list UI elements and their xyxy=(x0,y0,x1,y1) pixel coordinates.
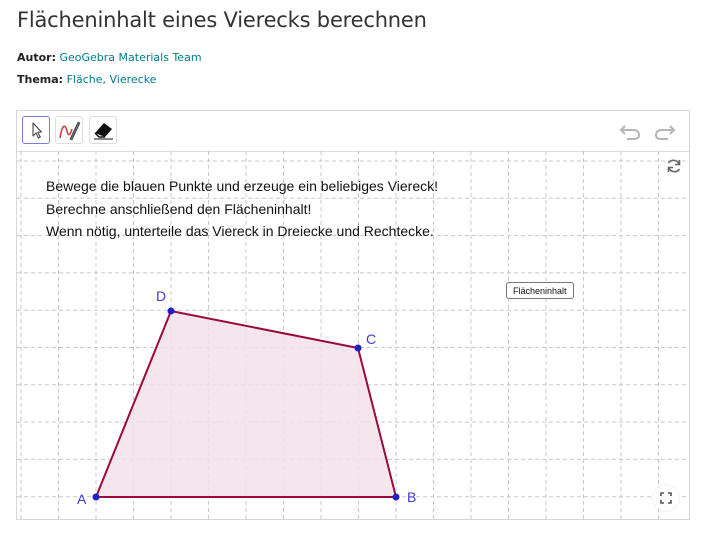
label-C: C xyxy=(366,331,377,347)
author-label: Autor: xyxy=(17,51,56,64)
fullscreen-icon xyxy=(660,492,672,504)
instruction-line-3: Wenn nötig, unterteile das Viereck in Dr… xyxy=(46,223,434,239)
point-D[interactable] xyxy=(167,307,175,315)
fullscreen-button[interactable] xyxy=(653,485,679,511)
cursor-arrow-icon xyxy=(32,122,43,139)
topic-line: Thema: Fläche, Vierecke xyxy=(17,73,156,86)
point-B[interactable] xyxy=(392,493,400,501)
move-tool-button[interactable] xyxy=(22,116,50,144)
pen-tool-button[interactable] xyxy=(55,116,83,144)
redo-icon[interactable] xyxy=(653,121,677,141)
author-link[interactable]: GeoGebra Materials Team xyxy=(59,51,201,64)
reset-icon[interactable] xyxy=(665,157,683,175)
graphics-view[interactable]: Bewege die blauen Punkte und erzeuge ein… xyxy=(17,151,689,519)
eraser-icon xyxy=(94,123,113,140)
topic-link[interactable]: Fläche, Vierecke xyxy=(67,73,157,86)
label-D: D xyxy=(156,288,167,304)
label-B: B xyxy=(407,489,417,505)
geogebra-applet: Bewege die blauen Punkte und erzeuge ein… xyxy=(16,110,690,520)
instruction-line-2: Berechne anschließend den Flächeninhalt! xyxy=(46,201,312,217)
toolbar xyxy=(17,111,689,152)
label-A: A xyxy=(77,491,87,507)
undo-icon[interactable] xyxy=(618,121,642,141)
quadrilateral-ABCD[interactable] xyxy=(94,309,398,498)
point-C[interactable] xyxy=(354,344,362,352)
point-A[interactable] xyxy=(92,493,100,501)
pen-icon xyxy=(59,121,81,141)
eraser-tool-button[interactable] xyxy=(89,116,117,144)
page-title: Flächeninhalt eines Vierecks berechnen xyxy=(17,8,427,32)
topic-label: Thema: xyxy=(17,73,64,86)
area-button[interactable]: Flächeninhalt xyxy=(506,282,574,299)
instruction-line-1: Bewege die blauen Punkte und erzeuge ein… xyxy=(46,178,439,194)
author-line: Autor: GeoGebra Materials Team xyxy=(17,51,202,64)
